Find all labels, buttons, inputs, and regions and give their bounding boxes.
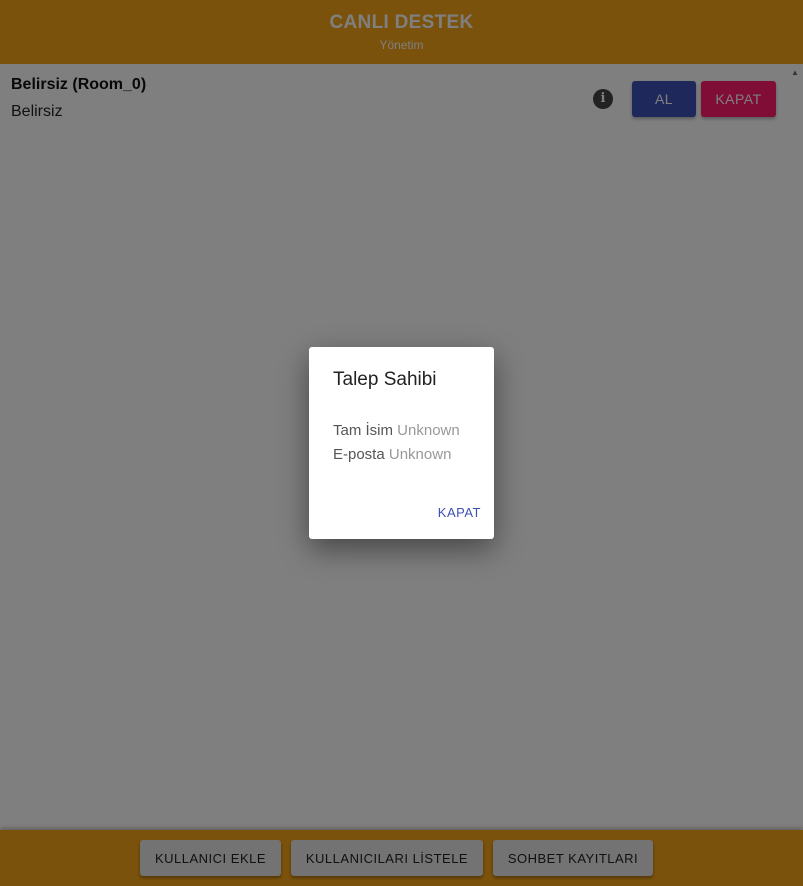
dialog-close-button[interactable]: KAPAT [421,497,489,527]
fullname-value: Unknown [397,422,460,439]
email-value: Unknown [388,446,452,463]
dialog-title: Talep Sahibi [333,369,437,390]
fullname-label: Tam İsim [333,422,393,439]
email-row: E-posta Unknown [333,446,451,463]
email-label: E-posta [333,446,385,463]
requester-dialog: Talep Sahibi Tam İsim Unknown E-posta Un… [309,347,494,539]
fullname-row: Tam İsim Unknown [333,422,460,439]
